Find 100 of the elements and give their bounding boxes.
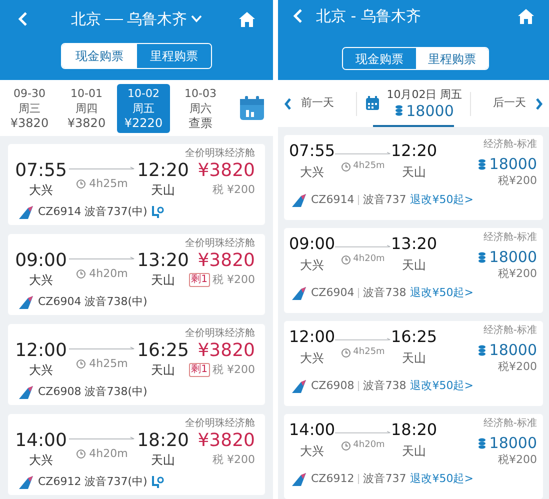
change-fee-link[interactable]: 退改¥50起>: [410, 471, 474, 488]
flight-card[interactable]: 全价明珠经济舱 14:00 大兴 4h20m 18:20 天山 ¥3820 税 ¥200 CZ6912 波音737(中): [8, 414, 265, 495]
flight-duration: 4h20m: [89, 266, 128, 282]
flight-duration: 4h25m: [89, 176, 128, 192]
route-title: 北京 - 乌鲁木齐: [316, 6, 422, 27]
cabin-class: 经济舱-标准: [483, 138, 537, 152]
flight-duration: 4h20m: [353, 253, 385, 266]
departure-airport: 大兴: [29, 272, 53, 288]
purchase-tab[interactable]: 里程购票: [416, 48, 488, 69]
date-tab[interactable]: 10-02 周五 ¥2220: [117, 84, 170, 132]
departure-time: 09:00: [288, 234, 336, 254]
flight-card[interactable]: 12:00 大兴 4h25m 16:25 天山 CZ6908 波音738 退改¥50起> 经济舱-标准 18000 税¥200: [284, 321, 543, 406]
flight-arrow: [69, 436, 135, 441]
calendar-icon[interactable]: [364, 96, 380, 111]
flight-card[interactable]: 全价明珠经济舱 12:00 大兴 4h25m 16:25 天山 ¥3820 剩1 税 ¥200 CZ6908 波音738(中): [8, 324, 265, 405]
tail-fin-icon: [291, 194, 307, 207]
previous-day-button[interactable]: 前一天: [278, 95, 356, 112]
change-fee-link[interactable]: 退改¥50起>: [410, 378, 474, 394]
route-to: 乌鲁木齐: [127, 8, 187, 30]
cabin-class: 经济舱-标准: [483, 231, 537, 245]
departure-airport: 大兴: [29, 452, 53, 468]
clock-icon: [76, 449, 86, 460]
purchase-tab[interactable]: 现金购票: [62, 44, 136, 68]
coin-stack-icon: [478, 438, 486, 448]
home-icon[interactable]: [517, 8, 535, 24]
clock-icon: [341, 162, 352, 172]
flight-card[interactable]: 全价明珠经济舱 07:55 大兴 4h25m 12:20 天山 ¥3820 税 ¥200 CZ6914 波音737(中): [8, 144, 265, 225]
arrival-time: 12:20: [137, 160, 189, 182]
clock-icon: [76, 179, 86, 190]
aircraft-type: 波音737: [363, 471, 406, 487]
flight-card[interactable]: 09:00 大兴 4h20m 13:20 天山 CZ6904 波音738 退改¥50起> 经济舱-标准 18000 税¥200: [284, 228, 543, 313]
change-fee-link[interactable]: 退改¥50起>: [410, 285, 474, 302]
chevron-down-icon[interactable]: [191, 15, 202, 23]
flight-card[interactable]: 全价明珠经济舱 09:00 大兴 4h20m 13:20 天山 ¥3820 剩1 税 ¥200 CZ6904 波音738(中): [8, 234, 265, 315]
departure-time: 12:00: [15, 340, 67, 362]
flight-card[interactable]: 14:00 大兴 4h20m 18:20 天山 CZ6912 波音737 退改¥50起> 经济舱-标准 18000 税¥200: [284, 414, 543, 499]
cabin-class: 全价明珠经济舱: [185, 147, 255, 160]
coin-stack-icon: [478, 252, 486, 262]
flight-duration: 4h25m: [353, 346, 385, 359]
aircraft-type: 波音737: [363, 192, 406, 208]
departure-airport: 大兴: [300, 350, 324, 367]
change-fee-link[interactable]: 退改¥50起>: [410, 192, 474, 208]
flight-duration: 4h20m: [89, 446, 128, 462]
arrival-time: 13:20: [390, 234, 438, 254]
arrival-airport: 天山: [151, 452, 175, 468]
departure-airport: 大兴: [300, 257, 324, 274]
miles-price: 18000: [489, 434, 537, 452]
arrival-airport: 天山: [402, 257, 426, 274]
flight-info: CZ6908 波音738(中): [38, 384, 148, 400]
flight-duration: 4h25m: [89, 356, 128, 372]
departure-airport: 大兴: [29, 362, 53, 378]
miles-price: 18000: [489, 248, 537, 266]
route-from: 北京: [71, 8, 101, 30]
tax-amount: 税¥200: [498, 266, 537, 281]
clock-icon: [76, 359, 86, 370]
selected-date: 10月02日 周五: [386, 88, 462, 102]
seats-left-badge: 剩1: [189, 273, 210, 287]
ticket-price: ¥3820: [198, 160, 255, 182]
departure-time: 14:00: [288, 420, 336, 440]
clock-icon: [341, 440, 352, 451]
tax-amount: 税 ¥200: [212, 362, 255, 378]
tax-amount: 税 ¥200: [212, 272, 255, 288]
arrival-time: 12:20: [390, 141, 438, 161]
departure-time: 12:00: [288, 327, 336, 347]
left-chevron-icon: [284, 98, 292, 110]
cabin-class: 全价明珠经济舱: [185, 237, 255, 250]
aircraft-type: 波音738: [363, 285, 406, 301]
tail-fin-icon: [291, 380, 307, 393]
departure-airport: 大兴: [300, 443, 324, 460]
cabin-class: 全价明珠经济舱: [185, 327, 255, 340]
departure-airport: 大兴: [300, 164, 324, 181]
flight-arrow: [69, 166, 135, 171]
flight-number: CZ6908: [311, 378, 354, 394]
miles-price: 18000: [489, 341, 537, 359]
tail-fin-icon: [18, 386, 34, 399]
coin-stack-icon: [478, 158, 486, 170]
arrival-airport: 天山: [402, 443, 426, 460]
miles-price: 18000: [489, 155, 537, 173]
coin-stack-icon: [395, 105, 404, 116]
departure-time: 07:55: [15, 160, 67, 182]
ticket-price: ¥3820: [198, 430, 255, 452]
coin-stack-icon: [478, 344, 486, 356]
home-icon[interactable]: [238, 10, 256, 28]
back-icon[interactable]: [292, 8, 304, 24]
arrival-airport: 天山: [402, 164, 426, 181]
clock-icon: [341, 254, 352, 265]
flight-arrow: [69, 346, 135, 351]
flight-card[interactable]: 07:55 大兴 4h25m 12:20 天山 CZ6914 波音737 退改¥50起> 经济舱-标准 18000 税¥200: [284, 135, 543, 220]
ticket-price: ¥3820: [198, 340, 255, 362]
tail-fin-icon: [18, 476, 34, 489]
tax-amount: 税¥200: [498, 452, 537, 467]
calendar-icon[interactable]: [239, 95, 265, 121]
flight-number: CZ6914: [311, 192, 354, 208]
flight-duration: 4h25m: [353, 160, 385, 173]
flight-number: CZ6904: [311, 285, 354, 301]
next-day-button[interactable]: 后一天: [471, 95, 549, 112]
back-icon[interactable]: [17, 11, 29, 27]
flight-duration: 4h20m: [353, 439, 385, 452]
tail-fin-icon: [291, 472, 307, 486]
flight-info: CZ6904 波音738(中): [38, 294, 148, 310]
